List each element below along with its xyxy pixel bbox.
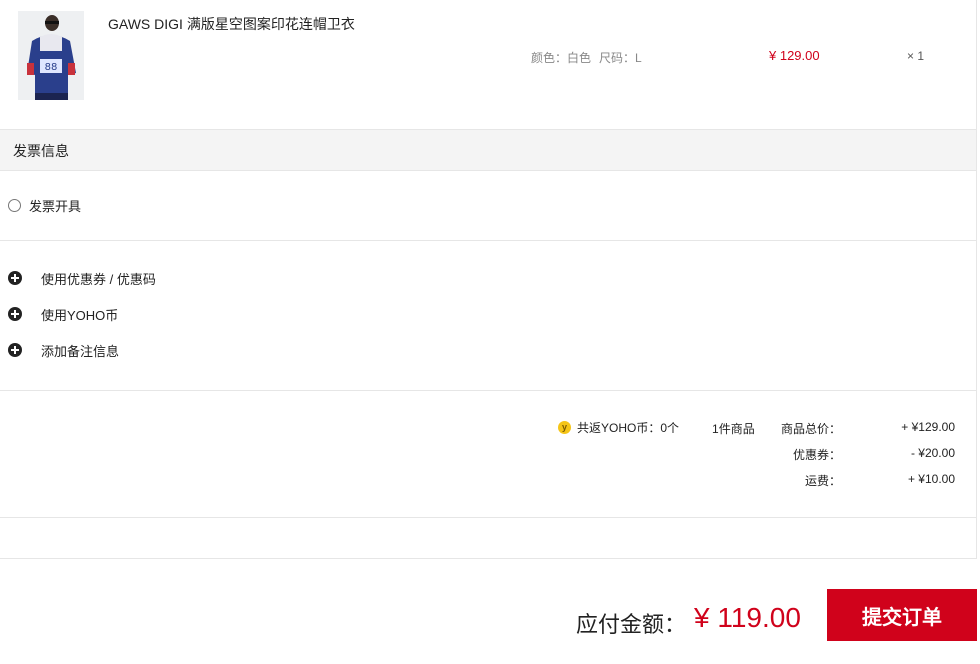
add-remark-option[interactable]: 添加备注信息: [8, 341, 119, 359]
product-name[interactable]: GAWS DIGI 满版星空图案印花连帽卫衣: [108, 14, 355, 34]
shipping-value: + ¥10.00: [907, 472, 955, 486]
product-quantity: × 1: [907, 49, 925, 63]
divider: [0, 390, 976, 391]
total-amount-label: 应付金额：: [576, 612, 687, 637]
goods-total-label: 商品总价：: [780, 422, 841, 436]
item-count: 1件商品: [712, 420, 755, 437]
product-color: 颜色：白色: [531, 51, 592, 65]
item-count-text: 件商品: [718, 422, 755, 436]
item-count-number: 1: [712, 422, 719, 436]
plus-circle-icon[interactable]: [8, 307, 22, 321]
product-thumbnail-image: 88: [18, 11, 84, 100]
shipping-label: 运费：: [804, 474, 841, 488]
goods-total-value: + ¥129.00: [901, 420, 955, 434]
product-thumbnail[interactable]: 88: [18, 11, 84, 100]
submit-order-button[interactable]: 提交订单: [827, 589, 977, 641]
use-yoho-coin-label: 使用YOHO币: [41, 307, 119, 323]
yoho-coin-text: 共返YOHO币：0个: [577, 421, 680, 435]
total-amount-value: ¥ 119.00: [694, 602, 801, 633]
use-yoho-coin-option[interactable]: 使用YOHO币: [8, 305, 118, 323]
plus-circle-icon[interactable]: [8, 271, 22, 285]
product-size: 尺码：L: [599, 51, 642, 65]
product-attributes: 颜色：白色 尺码：L: [531, 49, 642, 66]
product-row: 88 GAWS DIGI 满版星空图案印花连帽卫衣 颜色：白色 尺码：L ¥ 12…: [0, 0, 976, 129]
invoice-section-header: 发票信息: [0, 129, 976, 171]
invoice-section-title: 发票信息: [13, 143, 69, 159]
add-remark-label: 添加备注信息: [41, 343, 120, 359]
order-panel: 88 GAWS DIGI 满版星空图案印花连帽卫衣 颜色：白色 尺码：L ¥ 12…: [0, 0, 977, 559]
svg-text:88: 88: [45, 62, 58, 73]
divider: [0, 240, 976, 241]
invoice-option-label: 发票开具: [29, 198, 82, 214]
radio-icon[interactable]: [8, 198, 21, 212]
yoho-coin-icon: y: [558, 421, 571, 434]
divider: [0, 517, 976, 518]
use-coupon-option[interactable]: 使用优惠券 / 优惠码: [8, 269, 156, 287]
plus-circle-icon[interactable]: [8, 343, 22, 357]
coupon-value: - ¥20.00: [910, 446, 955, 460]
product-price: ¥ 129.00: [769, 48, 820, 63]
coupon-label: 优惠券：: [792, 448, 841, 462]
invoice-option[interactable]: 发票开具: [8, 196, 81, 214]
use-coupon-label: 使用优惠券 / 优惠码: [41, 271, 156, 287]
yoho-coin-return: y 共返YOHO币：0个: [558, 419, 679, 436]
